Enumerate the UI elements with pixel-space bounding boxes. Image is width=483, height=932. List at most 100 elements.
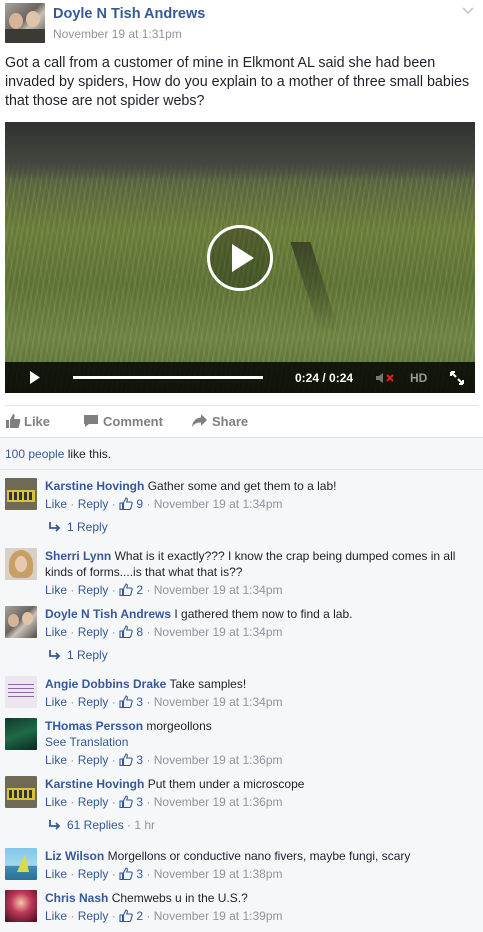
comment-text: I gathered them now to find a lab. [174,607,353,621]
comment-reply-link[interactable]: Reply [78,625,109,639]
view-replies-link[interactable]: 1 Reply [48,648,108,664]
thumbs-up-icon [119,909,133,923]
comment-time[interactable]: November 19 at 1:38pm [154,867,283,881]
comment-like-link[interactable]: Like [45,497,67,511]
avatar[interactable] [5,606,37,638]
avatar[interactable] [5,848,37,880]
comment-reply-link[interactable]: Reply [78,497,109,511]
avatar[interactable] [5,676,37,708]
reply-arrow-icon [49,522,61,532]
reply-arrow-icon [49,820,61,830]
avatar[interactable] [5,776,37,808]
comment-time[interactable]: November 19 at 1:34pm [154,625,283,639]
like-count-link[interactable]: 100 people [5,447,64,461]
comment-like-count[interactable]: 3 [136,695,143,709]
comment-like-count[interactable]: 2 [136,583,143,597]
comment-button[interactable]: Comment [83,413,173,431]
comment-author[interactable]: Doyle N Tish Andrews [45,607,171,621]
post-text: Got a call from a customer of mine in El… [5,55,470,109]
comment-reply-link[interactable]: Reply [78,753,109,767]
replies-time: 1 hr [134,818,156,832]
thumbs-up-icon [119,497,133,511]
share-button[interactable]: Share [191,413,261,431]
comment-meta: Like · Reply · 3 · November 19 at 1:36pm [45,795,283,809]
avatar[interactable] [5,718,37,750]
comment-meta: Like · Reply · 8 · November 19 at 1:34pm [45,625,283,639]
comment-author[interactable]: Sherri Lynn [45,549,111,563]
comment-author[interactable]: Liz Wilson [45,849,104,863]
comment-icon [84,415,98,427]
comment-reply-link[interactable]: Reply [78,583,109,597]
comment-like-link[interactable]: Like [45,753,67,767]
comment-like-link[interactable]: Like [45,583,67,597]
video-timecode: 0:24 / 0:24 [295,371,354,385]
view-replies-link[interactable]: 61 Replies · 1 hr [48,818,155,834]
comment-like-link[interactable]: Like [45,795,67,809]
chevron-down-icon[interactable] [461,4,475,18]
comment-like-count[interactable]: 8 [136,625,143,639]
comment-reply-link[interactable]: Reply [78,695,109,709]
comment-like-link[interactable]: Like [45,625,67,639]
comment-reply-link[interactable]: Reply [78,909,109,923]
reply-arrow-icon [49,650,61,660]
thumbs-up-icon [119,867,133,881]
divider [5,405,478,406]
comment-like-count[interactable]: 2 [136,909,143,923]
comment-meta: Like · Reply · 9 · November 19 at 1:34pm [45,497,283,511]
like-button[interactable]: Like [5,413,55,431]
play-icon[interactable] [207,225,273,291]
hd-toggle[interactable]: HD [410,371,427,385]
comment-like-count[interactable]: 3 [136,795,143,809]
see-translation-link[interactable]: See Translation [45,734,475,750]
post-author-name[interactable]: Doyle N Tish Andrews [53,6,205,22]
comment-like-link[interactable]: Like [45,909,67,923]
comment-author[interactable]: Karstine Hovingh [45,777,144,791]
comment-text: Morgellons or conductive nano fivers, ma… [107,849,411,863]
comment-meta: Like · Reply · 2 · November 19 at 1:34pm [45,583,283,597]
play-small-icon[interactable] [29,371,41,384]
like-summary: 100 people like this. [5,447,112,461]
avatar[interactable] [5,890,37,922]
comment-author[interactable]: THomas Persson [45,719,143,733]
video-player[interactable]: 0:24 / 0:24 HD [5,122,475,393]
volume-muted-icon[interactable] [375,371,397,385]
comment-meta: Like · Reply · 2 · November 19 at 1:39pm [45,909,283,923]
video-controls: 0:24 / 0:24 HD [5,362,475,393]
comment-author[interactable]: Chris Nash [45,891,108,905]
comment-meta: Like · Reply · 3 · November 19 at 1:38pm [45,867,283,881]
avatar[interactable] [5,478,37,510]
thumbs-up-icon [6,414,21,428]
share-icon [192,414,207,427]
view-replies-link[interactable]: 1 Reply [48,520,108,536]
thumbs-up-icon [119,695,133,709]
comment-like-count[interactable]: 3 [136,753,143,767]
thumbs-up-icon [119,795,133,809]
comment-text: Put them under a microscope [147,777,305,791]
thumbs-up-icon [119,583,133,597]
comment-reply-link[interactable]: Reply [78,867,109,881]
post-header: Doyle N Tish Andrews November 19 at 1:31… [0,0,483,50]
author-avatar[interactable] [5,3,45,43]
comment-like-count[interactable]: 9 [136,497,143,511]
thumbs-up-icon [119,753,133,767]
progress-bar[interactable] [73,376,263,379]
comment-time[interactable]: November 19 at 1:34pm [154,497,283,511]
comment-reply-link[interactable]: Reply [78,795,109,809]
comment-time[interactable]: November 19 at 1:34pm [154,583,283,597]
post-timestamp[interactable]: November 19 at 1:31pm [53,27,182,41]
comment-time[interactable]: November 19 at 1:34pm [154,695,283,709]
comment-time[interactable]: November 19 at 1:36pm [154,753,283,767]
comment-time[interactable]: November 19 at 1:39pm [154,909,283,923]
comment-author[interactable]: Angie Dobbins Drake [45,677,166,691]
fullscreen-icon[interactable] [450,371,464,385]
thumbs-up-icon [119,625,133,639]
comment-text: Chemwebs u in the U.S.? [111,891,248,905]
comment-text: Take samples! [169,677,247,691]
comment-like-link[interactable]: Like [45,867,67,881]
comment-time[interactable]: November 19 at 1:36pm [154,795,283,809]
avatar[interactable] [5,548,37,580]
comment-like-link[interactable]: Like [45,695,67,709]
comment-author[interactable]: Karstine Hovingh [45,479,144,493]
comment-text: Gather some and get them to a lab! [147,479,337,493]
comment-like-count[interactable]: 3 [136,867,143,881]
